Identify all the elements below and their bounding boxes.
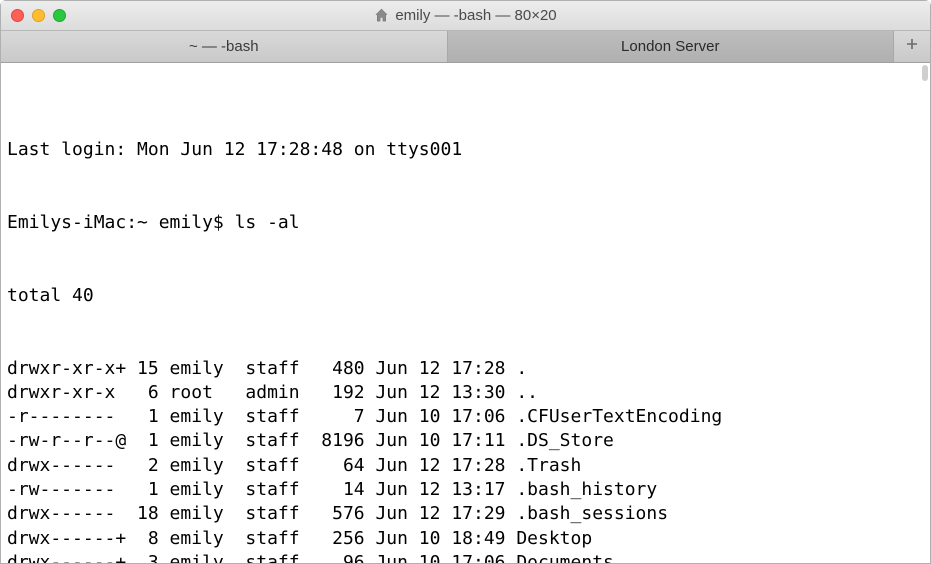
window-title-text: emily — -bash — 80×20 <box>395 7 556 24</box>
tab-bash[interactable]: ~ — -bash <box>1 31 448 62</box>
ls-row: drwxr-xr-x 6 root admin 192 Jun 12 13:30… <box>7 381 924 405</box>
ls-row: -r-------- 1 emily staff 7 Jun 10 17:06 … <box>7 405 924 429</box>
ls-row: drwx------ 18 emily staff 576 Jun 12 17:… <box>7 502 924 526</box>
window-controls <box>1 9 66 22</box>
ls-row: drwxr-xr-x+ 15 emily staff 480 Jun 12 17… <box>7 357 924 381</box>
last-login-line: Last login: Mon Jun 12 17:28:48 on ttys0… <box>7 138 924 162</box>
terminal-area[interactable]: Last login: Mon Jun 12 17:28:48 on ttys0… <box>1 63 930 563</box>
command-line-1: Emilys-iMac:~ emily$ ls -al <box>7 211 924 235</box>
zoom-button[interactable] <box>53 9 66 22</box>
tab-london-server[interactable]: London Server <box>448 31 895 62</box>
plus-icon <box>905 37 919 56</box>
scrollbar[interactable] <box>922 65 928 81</box>
home-icon <box>374 8 389 23</box>
new-tab-button[interactable] <box>894 31 930 62</box>
ls-row: drwx------+ 8 emily staff 256 Jun 10 18:… <box>7 527 924 551</box>
ls-row: -rw-r--r--@ 1 emily staff 8196 Jun 10 17… <box>7 429 924 453</box>
close-button[interactable] <box>11 9 24 22</box>
prompt: Emilys-iMac:~ emily$ <box>7 212 235 233</box>
total-line: total 40 <box>7 284 924 308</box>
tab-label: London Server <box>621 38 719 55</box>
ls-row: drwx------+ 3 emily staff 96 Jun 10 17:0… <box>7 551 924 563</box>
window-titlebar: emily — -bash — 80×20 <box>1 1 930 31</box>
minimize-button[interactable] <box>32 9 45 22</box>
window-title: emily — -bash — 80×20 <box>1 7 930 24</box>
tab-label: ~ — -bash <box>189 38 259 55</box>
command-text: ls -al <box>235 212 300 233</box>
tab-bar: ~ — -bash London Server <box>1 31 930 63</box>
ls-row: drwx------ 2 emily staff 64 Jun 12 17:28… <box>7 454 924 478</box>
ls-output: drwxr-xr-x+ 15 emily staff 480 Jun 12 17… <box>7 357 924 563</box>
ls-row: -rw------- 1 emily staff 14 Jun 12 13:17… <box>7 478 924 502</box>
